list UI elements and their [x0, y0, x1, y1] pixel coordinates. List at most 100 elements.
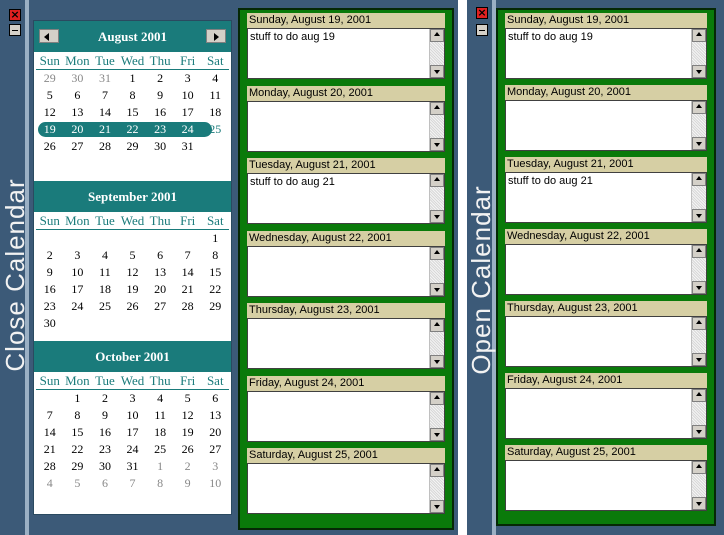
calendar-day[interactable]: 5	[64, 475, 92, 492]
open-calendar-toggle[interactable]: Open Calendar	[466, 160, 496, 400]
day-notes-textarea[interactable]: stuff to do aug 19	[505, 28, 707, 79]
calendar-day[interactable]: 7	[91, 87, 119, 104]
calendar-day[interactable]: 28	[36, 458, 64, 475]
scroll-up-icon[interactable]	[692, 461, 706, 474]
scrollbar[interactable]	[429, 101, 444, 151]
minimize-icon[interactable]	[9, 24, 21, 36]
scroll-up-icon[interactable]	[430, 319, 444, 332]
day-notes-textarea[interactable]	[247, 390, 445, 442]
calendar-day-today[interactable]: 25	[201, 121, 229, 138]
calendar-day[interactable]: 6	[64, 87, 92, 104]
scroll-up-icon[interactable]	[430, 464, 444, 477]
calendar-day[interactable]: 12	[119, 264, 147, 281]
calendar-day[interactable]: 8	[201, 247, 229, 264]
day-notes-textarea[interactable]: stuff to do aug 19	[247, 28, 445, 79]
calendar-day[interactable]: 1	[146, 458, 174, 475]
calendar-day[interactable]: 25	[146, 441, 174, 458]
calendar-day[interactable]: 23	[91, 441, 119, 458]
calendar-day[interactable]: 9	[146, 87, 174, 104]
calendar-day[interactable]: 9	[91, 407, 119, 424]
day-notes-textarea[interactable]	[247, 463, 445, 514]
calendar-day[interactable]: 4	[201, 70, 229, 87]
calendar-day[interactable]: 15	[201, 264, 229, 281]
scroll-up-icon[interactable]	[692, 173, 706, 186]
scroll-down-icon[interactable]	[430, 355, 444, 368]
calendar-day[interactable]: 18	[201, 104, 229, 121]
scroll-down-icon[interactable]	[430, 427, 444, 441]
calendar-day[interactable]: 23	[36, 298, 64, 315]
day-notes-textarea[interactable]	[505, 316, 707, 367]
scroll-down-icon[interactable]	[430, 500, 444, 513]
scroll-up-icon[interactable]	[430, 29, 444, 42]
calendar-day[interactable]: 20	[201, 424, 229, 441]
scrollbar[interactable]	[691, 173, 706, 222]
day-notes-textarea[interactable]	[505, 100, 707, 151]
calendar-day[interactable]: 14	[174, 264, 202, 281]
calendar-day[interactable]: 30	[146, 138, 174, 155]
calendar-day[interactable]: 10	[119, 407, 147, 424]
calendar-day[interactable]: 5	[174, 390, 202, 407]
calendar-day[interactable]: 14	[36, 424, 64, 441]
calendar-day[interactable]: 23	[146, 121, 174, 138]
calendar-day[interactable]: 22	[119, 121, 147, 138]
calendar-day[interactable]: 31	[119, 458, 147, 475]
calendar-day[interactable]: 2	[36, 247, 64, 264]
calendar-day[interactable]: 19	[36, 121, 64, 138]
calendar-day[interactable]: 24	[119, 441, 147, 458]
calendar-day[interactable]: 26	[174, 441, 202, 458]
calendar-day[interactable]: 6	[201, 390, 229, 407]
scrollbar[interactable]	[691, 245, 706, 294]
calendar-day[interactable]: 13	[64, 104, 92, 121]
calendar-day[interactable]: 8	[64, 407, 92, 424]
calendar-day[interactable]: 26	[119, 298, 147, 315]
calendar-day[interactable]: 13	[201, 407, 229, 424]
calendar-day[interactable]: 2	[91, 390, 119, 407]
calendar-day[interactable]: 7	[36, 407, 64, 424]
close-icon[interactable]: ×	[476, 7, 488, 19]
calendar-day[interactable]: 30	[36, 315, 64, 332]
calendar-day[interactable]: 14	[91, 104, 119, 121]
calendar-day[interactable]: 24	[64, 298, 92, 315]
scroll-down-icon[interactable]	[430, 210, 444, 223]
calendar-day[interactable]: 20	[146, 281, 174, 298]
calendar-day[interactable]: 20	[64, 121, 92, 138]
scroll-up-icon[interactable]	[430, 246, 444, 260]
scrollbar[interactable]	[429, 391, 444, 441]
calendar-day[interactable]: 30	[64, 70, 92, 87]
calendar-day[interactable]: 29	[64, 458, 92, 475]
calendar-day[interactable]: 4	[36, 475, 64, 492]
calendar-day[interactable]: 25	[91, 298, 119, 315]
calendar-day[interactable]: 7	[119, 475, 147, 492]
calendar-day[interactable]: 10	[174, 87, 202, 104]
calendar-day[interactable]: 3	[201, 458, 229, 475]
calendar-day[interactable]: 11	[91, 264, 119, 281]
calendar-day[interactable]: 19	[119, 281, 147, 298]
calendar-day[interactable]: 15	[64, 424, 92, 441]
scroll-down-icon[interactable]	[430, 282, 444, 296]
next-month-button[interactable]	[206, 29, 226, 43]
calendar-day[interactable]: 12	[36, 104, 64, 121]
calendar-day[interactable]: 21	[174, 281, 202, 298]
calendar-day[interactable]: 27	[201, 441, 229, 458]
calendar-day[interactable]: 1	[64, 390, 92, 407]
day-notes-textarea[interactable]	[247, 245, 445, 297]
calendar-day[interactable]: 10	[201, 475, 229, 492]
calendar-day[interactable]: 12	[174, 407, 202, 424]
scrollbar[interactable]	[429, 174, 444, 223]
scroll-up-icon[interactable]	[692, 101, 706, 114]
calendar-day[interactable]: 1	[201, 230, 229, 247]
calendar-day[interactable]: 4	[91, 247, 119, 264]
scrollbar[interactable]	[691, 317, 706, 366]
scroll-down-icon[interactable]	[692, 353, 706, 366]
calendar-day[interactable]: 19	[174, 424, 202, 441]
scroll-down-icon[interactable]	[692, 65, 706, 78]
calendar-day[interactable]: 3	[119, 390, 147, 407]
calendar-day[interactable]: 8	[146, 475, 174, 492]
calendar-day[interactable]: 9	[36, 264, 64, 281]
calendar-day[interactable]: 10	[64, 264, 92, 281]
scroll-down-icon[interactable]	[692, 425, 706, 438]
calendar-day[interactable]: 21	[36, 441, 64, 458]
calendar-day[interactable]: 30	[91, 458, 119, 475]
calendar-day[interactable]: 4	[146, 390, 174, 407]
calendar-day[interactable]: 15	[119, 104, 147, 121]
